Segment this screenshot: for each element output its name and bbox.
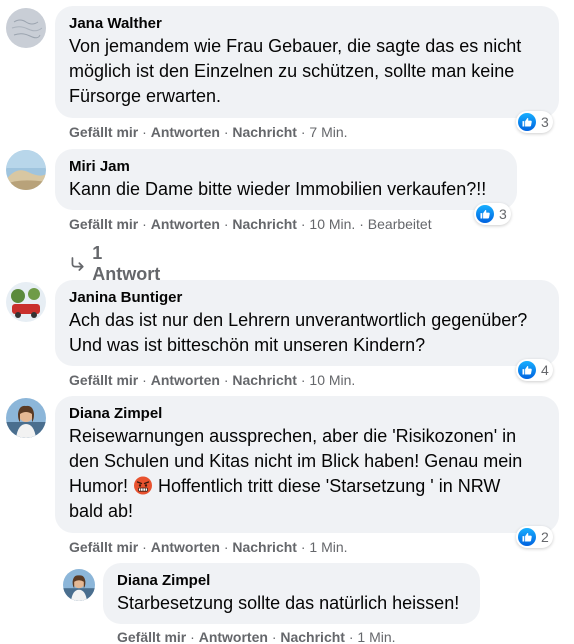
comment-text-fragment: Hoffentlich tritt diese 'Starsetzung ' i… (158, 476, 501, 496)
like-thumb-icon (518, 528, 536, 546)
reply-action[interactable]: Antworten (151, 372, 220, 388)
avatar-image-diana (6, 398, 46, 438)
comment-text-line: Und was ist bitteschön mit unseren Kinde… (69, 335, 426, 355)
edited-label: Bearbeitet (367, 216, 432, 232)
like-action[interactable]: Gefällt mir (69, 216, 138, 232)
comment-text-line: Humor! Hoffentlich tritt diese 'Starsetz… (69, 474, 547, 499)
separator: · (142, 372, 151, 388)
like-action[interactable]: Gefällt mir (69, 539, 138, 555)
avatar-image-diana-reply (63, 569, 95, 601)
reply-action[interactable]: Antworten (199, 629, 268, 644)
comment-bubble: Janina Buntiger Ach das ist nur den Lehr… (55, 280, 559, 366)
avatar[interactable] (6, 8, 46, 48)
avatar[interactable] (6, 150, 46, 190)
comment-timestamp[interactable]: 7 Min. (309, 124, 347, 140)
reply-arrow-icon (71, 257, 84, 271)
reaction-summary[interactable]: 3 (474, 203, 511, 225)
comment-text-line: den Schulen und Kitas nicht im Blick hab… (69, 451, 523, 471)
comment-text-line: bald ab! (69, 501, 134, 521)
comment-text-line: Ach das ist nur den Lehrern unverantwort… (69, 310, 528, 330)
avatar[interactable] (6, 398, 46, 438)
comment-text-line: Von jemandem wie Frau Gebauer, die sagte… (69, 36, 522, 56)
message-action[interactable]: Nachricht (232, 216, 297, 232)
message-action[interactable]: Nachricht (232, 124, 297, 140)
reaction-summary[interactable]: 3 (516, 111, 553, 133)
avatar-image-janina (6, 282, 46, 322)
like-action[interactable]: Gefällt mir (69, 124, 138, 140)
avatar[interactable] (63, 569, 95, 601)
comment-timestamp[interactable]: 1 Min. (357, 629, 395, 644)
message-action[interactable]: Nachricht (232, 372, 297, 388)
comment-author[interactable]: Diana Zimpel (69, 404, 547, 424)
reaction-count: 2 (541, 529, 549, 545)
comment-bubble: Miri Jam Kann die Dame bitte wieder Immo… (55, 149, 517, 210)
comment-text-fragment: Humor! (69, 476, 129, 496)
like-thumb-icon (518, 113, 536, 131)
reaction-count: 4 (541, 362, 549, 378)
comment-actions: Gefällt mir · Antworten · Nachricht · 7 … (69, 123, 348, 141)
comment-actions: Gefällt mir · Antworten · Nachricht · 10… (69, 215, 432, 233)
comment-timestamp[interactable]: 10 Min. (309, 372, 355, 388)
separator: · (359, 216, 368, 232)
reply-action[interactable]: Antworten (151, 216, 220, 232)
separator: · (142, 539, 151, 555)
avatar-image-miri (6, 150, 46, 190)
reply-actions: Gefällt mir · Antworten · Nachricht · 1 … (117, 628, 396, 644)
message-action[interactable]: Nachricht (232, 539, 297, 555)
avatar-image-jana (6, 8, 46, 48)
like-thumb-icon (476, 205, 494, 223)
reaction-count: 3 (499, 206, 507, 222)
comment-text-line: Reisewarnungen aussprechen, aber die 'Ri… (69, 426, 517, 446)
reply-bubble: Diana Zimpel Starbesetzung sollte das na… (103, 563, 480, 624)
separator: · (142, 124, 151, 140)
comment-author[interactable]: Miri Jam (69, 157, 505, 177)
comment-timestamp[interactable]: 1 Min. (309, 539, 347, 555)
separator: · (190, 629, 199, 644)
reaction-summary[interactable]: 2 (516, 526, 553, 548)
comment-bubble: Jana Walther Von jemandem wie Frau Gebau… (55, 6, 559, 118)
comment-text-line: Fürsorge erwarten. (69, 86, 222, 106)
like-action[interactable]: Gefällt mir (117, 629, 186, 644)
avatar[interactable] (6, 282, 46, 322)
view-replies-link[interactable]: 1 Antwort (69, 243, 163, 285)
like-thumb-icon (518, 361, 536, 379)
reply-action[interactable]: Antworten (151, 124, 220, 140)
comment-author[interactable]: Jana Walther (69, 14, 547, 34)
comment-author[interactable]: Janina Buntiger (69, 288, 547, 308)
comment-text-line: möglich ist den Einzelnen zu schützen, s… (69, 61, 515, 81)
comment-timestamp[interactable]: 10 Min. (309, 216, 355, 232)
like-action[interactable]: Gefällt mir (69, 372, 138, 388)
reaction-count: 3 (541, 114, 549, 130)
separator: · (142, 216, 151, 232)
reply-action[interactable]: Antworten (151, 539, 220, 555)
message-action[interactable]: Nachricht (280, 629, 345, 644)
reaction-summary[interactable]: 4 (516, 359, 553, 381)
comment-bubble: Diana Zimpel Reisewarnungen aussprechen,… (55, 396, 559, 533)
replies-count-label: 1 Antwort (92, 243, 161, 284)
angry-face-emoji-icon (134, 476, 153, 495)
reply-author[interactable]: Diana Zimpel (117, 571, 468, 591)
comment-actions: Gefällt mir · Antworten · Nachricht · 10… (69, 371, 355, 389)
reply-text: Starbesetzung sollte das natürlich heiss… (117, 593, 460, 613)
comment-text-line: Kann die Dame bitte wieder Immobilien ve… (69, 179, 487, 199)
comment-actions: Gefällt mir · Antworten · Nachricht · 1 … (69, 538, 348, 556)
